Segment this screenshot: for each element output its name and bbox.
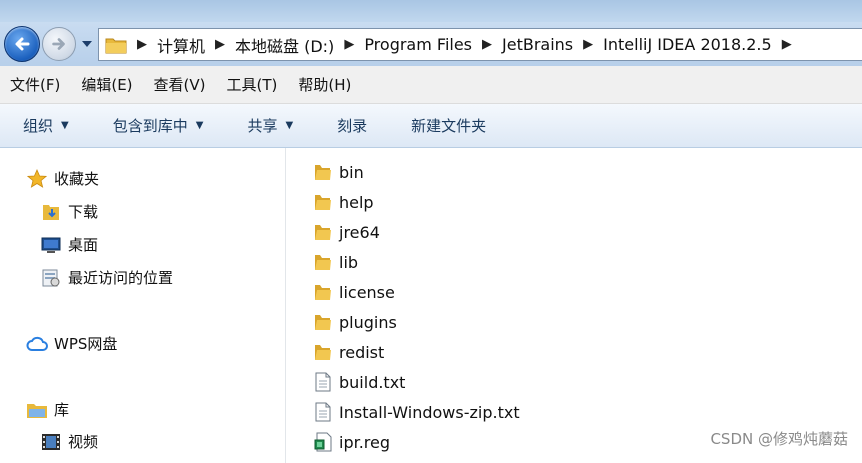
forward-button[interactable] [42,27,76,61]
file-name: plugins [339,312,397,332]
arrow-left-icon [15,37,30,51]
chevron-down-icon: ▼ [61,120,69,131]
file-name: help [339,192,374,212]
crumb-program-files[interactable]: Program Files [364,35,472,54]
folder-icon [105,38,127,53]
crumb-separator-icon[interactable]: ▶ [482,37,492,52]
nav-desktop[interactable]: 桌面 [40,234,98,255]
menu-help[interactable]: 帮助(H) [298,74,351,95]
folder-icon [313,191,333,213]
library-icon [26,400,48,420]
nav-wps-cloud-label: WPS网盘 [54,335,118,353]
new-folder-button[interactable]: 新建文件夹 [411,115,486,136]
arrow-right-icon [52,38,65,50]
crumb-separator-icon[interactable]: ▶ [344,37,354,52]
file-name: bin [339,162,364,182]
share-button[interactable]: 共享 ▼ [247,115,293,136]
file-name: lib [339,252,359,272]
file-row[interactable]: help [313,190,374,214]
address-row: ▶ 计算机 ▶ 本地磁盘 (D:) ▶ Program Files ▶ JetB… [0,22,862,66]
command-bar: 组织 ▼ 包含到库中 ▼ 共享 ▼ 刻录 新建文件夹 [0,104,862,148]
crumb-separator-icon[interactable]: ▶ [215,37,225,52]
file-row[interactable]: ipr.reg [313,430,390,454]
chevron-down-icon: ▼ [285,120,294,131]
nav-wps-cloud[interactable]: WPS网盘 [26,333,117,354]
file-row[interactable]: Install-Windows-zip.txt [313,400,520,424]
menu-bar: 文件(F) 编辑(E) 查看(V) 工具(T) 帮助(H) [0,66,862,104]
back-button[interactable] [4,26,40,62]
file-row[interactable]: redist [313,340,384,364]
nav-videos[interactable]: 视频 [40,431,98,452]
text-file-icon [313,401,333,423]
address-bar[interactable]: ▶ 计算机 ▶ 本地磁盘 (D:) ▶ Program Files ▶ JetB… [98,28,862,61]
video-icon [40,432,62,452]
recent-pages-dropdown[interactable] [80,36,94,52]
nav-downloads-label: 下载 [68,203,99,221]
file-name: redist [339,342,385,362]
share-label: 共享 [247,117,278,135]
file-name: build.txt [339,372,406,392]
recent-places-icon [40,268,62,288]
nav-downloads[interactable]: 下载 [40,201,98,222]
organize-label: 组织 [23,117,54,135]
crumb-intellij[interactable]: IntelliJ IDEA 2018.2.5 [603,35,772,54]
nav-library[interactable]: 库 [26,399,69,420]
nav-desktop-label: 桌面 [68,236,99,254]
menu-view[interactable]: 查看(V) [154,74,206,95]
crumb-local-disk[interactable]: 本地磁盘 (D:) [235,33,334,57]
folder-icon [313,161,333,183]
folder-icon [313,341,333,363]
file-row[interactable]: build.txt [313,370,405,394]
file-list: bin help jre64 lib license plugins redist build… [287,148,862,463]
desktop-icon [40,235,62,255]
file-name: jre64 [339,222,380,242]
text-file-icon [313,371,333,393]
include-in-library-label: 包含到库中 [112,117,188,135]
star-icon [26,168,48,189]
burn-button[interactable]: 刻录 [337,115,367,136]
folder-icon [313,281,333,303]
nav-library-label: 库 [54,401,70,419]
download-folder-icon [40,202,62,222]
menu-edit[interactable]: 编辑(E) [81,74,132,95]
file-row[interactable]: plugins [313,310,397,334]
chevron-down-icon: ▼ [195,120,204,131]
file-row[interactable]: jre64 [313,220,380,244]
crumb-separator-icon[interactable]: ▶ [782,37,792,52]
crumb-jetbrains[interactable]: JetBrains [502,35,573,54]
file-row[interactable]: lib [313,250,358,274]
chevron-down-icon [82,41,92,47]
nav-recent-places[interactable]: 最近访问的位置 [40,267,173,288]
nav-recent-places-label: 最近访问的位置 [68,269,174,287]
file-name: Install-Windows-zip.txt [339,402,520,422]
new-folder-label: 新建文件夹 [411,117,487,135]
folder-icon [313,251,333,273]
watermark: CSDN @修鸡炖蘑菇 [710,430,848,448]
cloud-icon [26,334,48,354]
nav-favorites[interactable]: 收藏夹 [26,168,99,189]
menu-tools[interactable]: 工具(T) [227,74,278,95]
burn-label: 刻录 [337,117,368,135]
crumb-separator-icon[interactable]: ▶ [137,37,147,52]
file-row[interactable]: license [313,280,395,304]
folder-icon [313,311,333,333]
menu-file[interactable]: 文件(F) [10,74,60,95]
include-in-library-button[interactable]: 包含到库中 ▼ [113,115,204,136]
folder-icon [313,221,333,243]
nav-videos-label: 视频 [68,433,99,451]
organize-button[interactable]: 组织 ▼ [23,115,69,136]
file-row[interactable]: bin [313,160,364,184]
file-name: ipr.reg [339,432,391,452]
navigation-pane: 收藏夹 下载 桌面 最近访问的位置 WPS网盘 库 视频 [0,148,286,463]
registry-file-icon [313,431,333,453]
crumb-separator-icon[interactable]: ▶ [583,37,593,52]
nav-favorites-label: 收藏夹 [54,170,100,188]
crumb-computer[interactable]: 计算机 [157,33,205,57]
window-title-strip [0,0,862,24]
file-name: license [339,282,395,302]
